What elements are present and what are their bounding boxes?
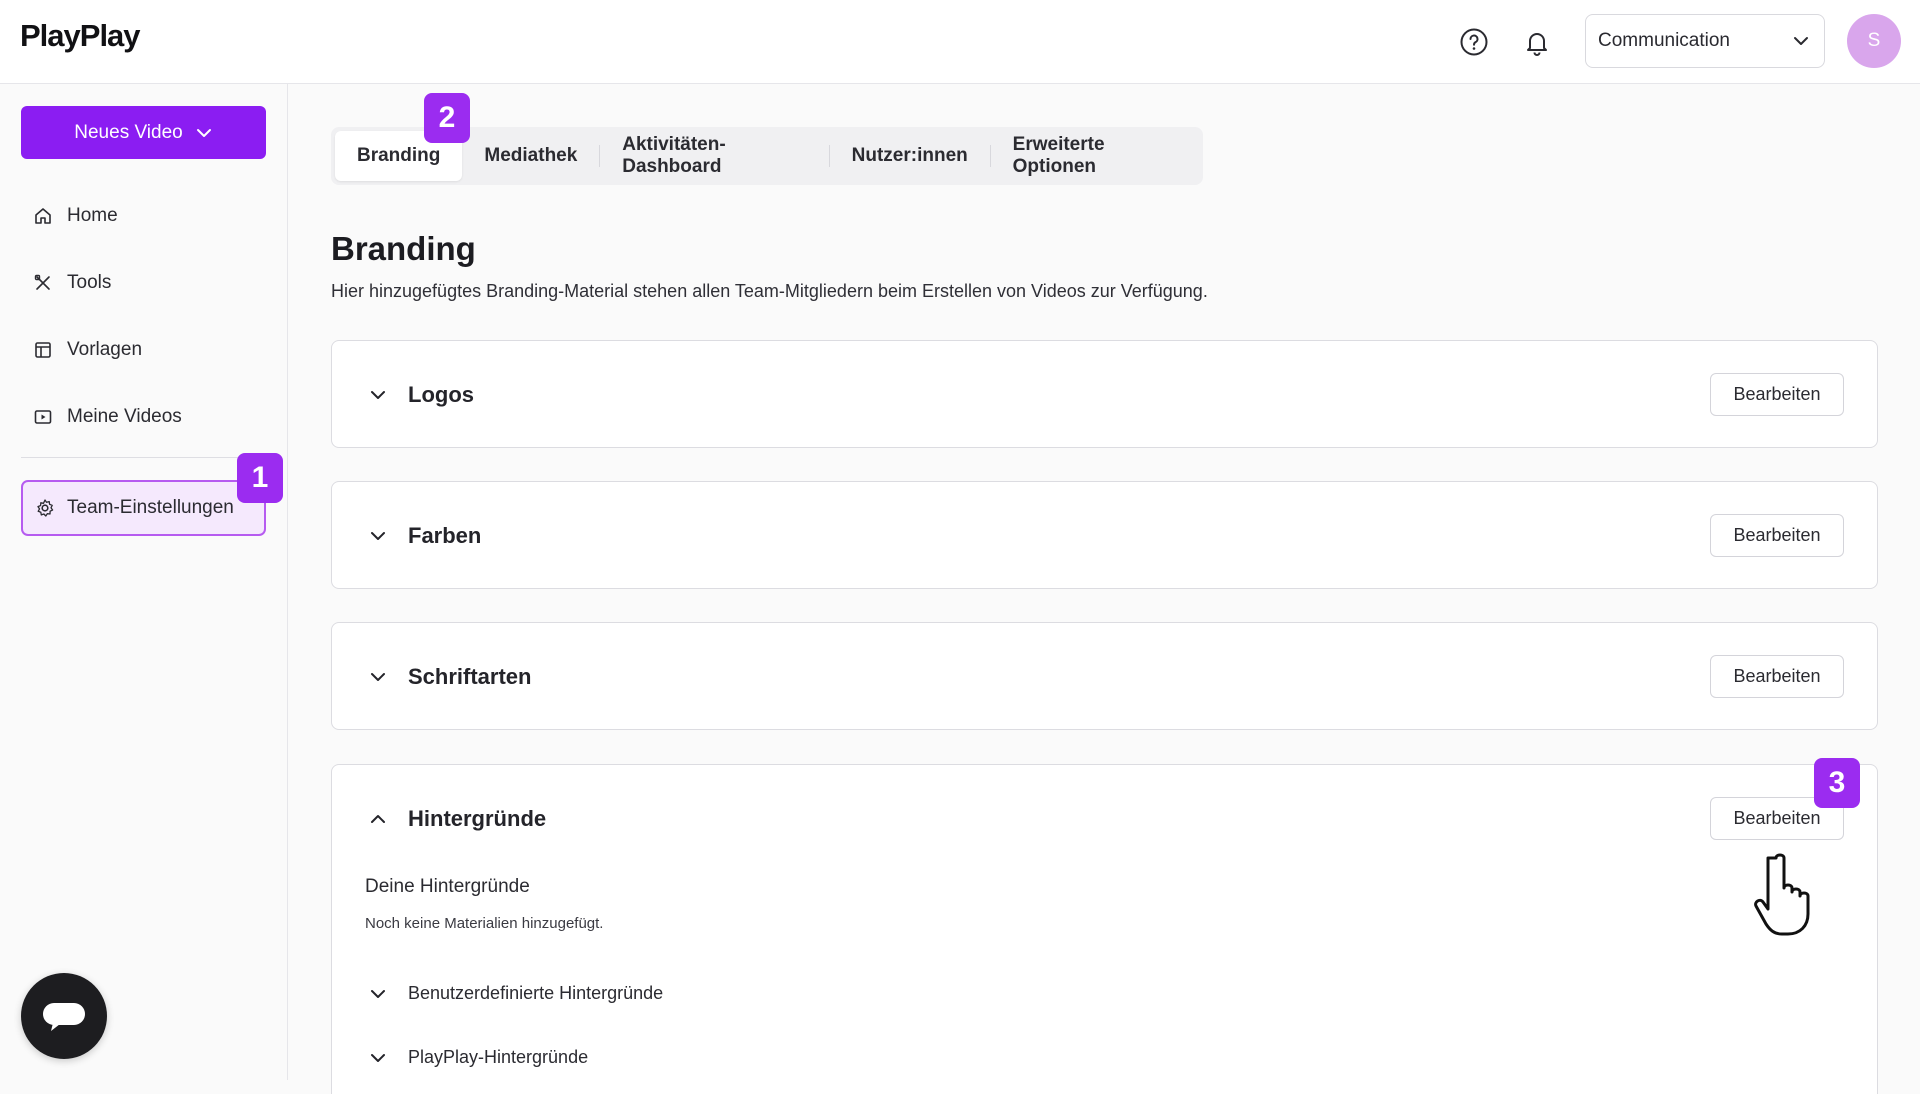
chat-icon bbox=[43, 1003, 85, 1031]
panel-header[interactable]: Schriftarten bbox=[368, 623, 531, 731]
tab-aktivitaeten-dashboard[interactable]: Aktivitäten-Dashboard bbox=[600, 131, 829, 181]
sidebar-item-label: Home bbox=[67, 204, 118, 226]
chevron-down-icon bbox=[371, 532, 385, 540]
panel-header[interactable]: Hintergründe bbox=[368, 765, 546, 873]
user-avatar[interactable]: S bbox=[1847, 14, 1901, 68]
video-icon bbox=[34, 409, 52, 424]
edit-farben-button[interactable]: Bearbeiten bbox=[1710, 514, 1844, 557]
panel-title: Hintergründe bbox=[408, 806, 547, 831]
top-bar: PlayPlay Communication S bbox=[0, 0, 1920, 84]
playplay-backgrounds-label: PlayPlay-Hintergründe bbox=[408, 1047, 589, 1067]
chevron-down-icon bbox=[371, 1053, 385, 1062]
template-icon bbox=[35, 341, 51, 358]
sidebar: Neues Video Home Tools Vorlagen Meine Vi… bbox=[0, 84, 288, 1080]
empty-state-text: Noch keine Materialien hinzugefügt. bbox=[365, 915, 604, 932]
sidebar-item-vorlagen[interactable]: Vorlagen bbox=[21, 316, 266, 383]
tab-mediathek[interactable]: Mediathek bbox=[462, 131, 599, 181]
hand-pointer-cursor-icon bbox=[1754, 853, 1810, 936]
new-video-button[interactable]: Neues Video bbox=[21, 106, 266, 159]
own-backgrounds-heading: Deine Hintergründe bbox=[365, 876, 530, 897]
sidebar-item-label: Tools bbox=[67, 271, 112, 293]
sidebar-nav: Home Tools Vorlagen Meine Videos bbox=[21, 182, 266, 450]
panel-farben: Farben Bearbeiten bbox=[331, 481, 1878, 589]
playplay-backgrounds-toggle[interactable]: PlayPlay-Hintergründe bbox=[368, 1047, 588, 1068]
panel-title: Schriftarten bbox=[408, 664, 532, 689]
sidebar-item-team-settings[interactable]: Team-Einstellungen bbox=[21, 480, 266, 536]
chevron-down-icon bbox=[1794, 37, 1808, 45]
playplay-logo[interactable]: PlayPlay bbox=[20, 18, 141, 54]
custom-backgrounds-label: Benutzerdefinierte Hintergründe bbox=[408, 983, 664, 1003]
team-select-dropdown[interactable]: Communication bbox=[1585, 14, 1825, 68]
chevron-down-icon bbox=[371, 391, 385, 399]
step-badge-3: 3 bbox=[1814, 758, 1860, 808]
step-badge-2: 2 bbox=[424, 93, 470, 143]
sidebar-item-home[interactable]: Home bbox=[21, 182, 266, 249]
chevron-up-icon bbox=[371, 815, 385, 823]
panel-header[interactable]: Logos bbox=[368, 341, 474, 449]
chevron-down-icon bbox=[371, 989, 385, 998]
sidebar-item-tools[interactable]: Tools bbox=[21, 249, 266, 316]
notification-bell-icon[interactable] bbox=[1519, 24, 1555, 60]
sidebar-item-meine-videos[interactable]: Meine Videos bbox=[21, 383, 266, 450]
sidebar-item-label: Meine Videos bbox=[67, 405, 182, 427]
sidebar-item-label: Team-Einstellungen bbox=[67, 497, 234, 518]
new-video-label: Neues Video bbox=[74, 121, 183, 143]
edit-logos-button[interactable]: Bearbeiten bbox=[1710, 373, 1844, 416]
sidebar-item-label: Vorlagen bbox=[67, 338, 143, 360]
panel-title: Logos bbox=[408, 382, 474, 407]
chat-support-button[interactable] bbox=[21, 973, 107, 1059]
sidebar-divider bbox=[21, 457, 266, 458]
step-badge-1: 1 bbox=[237, 453, 283, 503]
team-select-value: Communication bbox=[1598, 30, 1730, 51]
home-icon bbox=[35, 207, 51, 224]
panel-schriftarten: Schriftarten Bearbeiten bbox=[331, 622, 1878, 730]
tab-nutzerinnen[interactable]: Nutzer:innen bbox=[830, 131, 990, 181]
edit-schriftarten-button[interactable]: Bearbeiten bbox=[1710, 655, 1844, 698]
panel-hintergruende: Hintergründe Bearbeiten Deine Hintergrün… bbox=[331, 764, 1878, 1094]
tools-icon bbox=[34, 274, 50, 290]
chevron-down-icon bbox=[371, 673, 385, 681]
gear-icon bbox=[37, 499, 54, 517]
chevron-down-icon bbox=[196, 128, 211, 137]
page-subtitle: Hier hinzugefügtes Branding-Material ste… bbox=[331, 281, 1208, 301]
help-icon[interactable] bbox=[1456, 24, 1492, 60]
panel-logos: Logos Bearbeiten bbox=[331, 340, 1878, 448]
panel-title: Farben bbox=[408, 523, 482, 548]
panel-header[interactable]: Farben bbox=[368, 482, 481, 590]
custom-backgrounds-toggle[interactable]: Benutzerdefinierte Hintergründe bbox=[368, 983, 663, 1004]
tab-erweiterte-optionen[interactable]: Erweiterte Optionen bbox=[991, 131, 1199, 181]
page-title: Branding bbox=[331, 230, 476, 267]
